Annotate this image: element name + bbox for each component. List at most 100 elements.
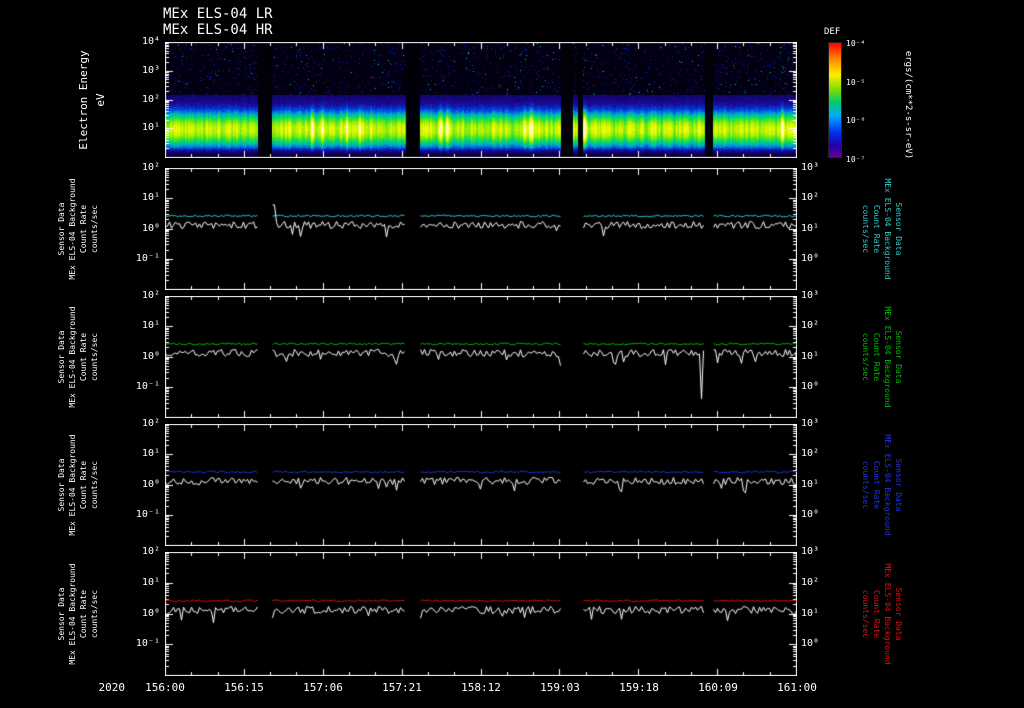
panel-right-axis-label-line: MEx ELS-04 Background bbox=[883, 434, 892, 536]
panel-y-axis-label-line: MEx ELS-04 Background bbox=[68, 563, 77, 665]
panel-y-tick-label: 10⁻¹ bbox=[135, 252, 160, 264]
spectrogram-y-tick-label: 10⁴ bbox=[141, 36, 160, 47]
panel-y-axis-label-line: MEx ELS-04 Background bbox=[68, 434, 77, 536]
panel-y-axis-label-line: MEx ELS-04 Background bbox=[68, 178, 77, 280]
panel-right-axis-label-line: counts/sec bbox=[861, 332, 870, 382]
panel-y-axis-label-line: Count Rate bbox=[79, 589, 88, 639]
panel-right-axis-label-line: Count Rate bbox=[872, 460, 881, 510]
panel-right-axis-label: Sensor Data MEx ELS-04 Background Count Ra… bbox=[860, 178, 904, 279]
panel-right-tick-label: 10³ bbox=[801, 418, 820, 429]
panel-y-tick-label: 10⁻¹ bbox=[135, 638, 160, 650]
colorbar-tick-label: 10⁻⁶ bbox=[846, 116, 866, 126]
panel-y-tick-label: 10¹ bbox=[141, 192, 160, 204]
panel-y-tick-label: 10² bbox=[141, 162, 160, 173]
panel-y-axis-label-line: MEx ELS-04 Background bbox=[68, 306, 77, 408]
panel-y-axis-label-line: Sensor Data bbox=[57, 202, 66, 256]
colorbar bbox=[828, 42, 842, 158]
panel-right-tick-label: 10⁰ bbox=[801, 508, 820, 520]
panel-y-tick-label: 10² bbox=[141, 290, 160, 301]
panel-right-axis-label-line: counts/sec bbox=[861, 460, 870, 510]
panel-right-tick-label: 10⁰ bbox=[801, 638, 820, 650]
panel-y-axis-label-line: Sensor Data bbox=[57, 587, 66, 641]
panel-right-tick-label: 10¹ bbox=[801, 478, 820, 490]
panel-right-tick-label: 10² bbox=[801, 192, 820, 204]
panel-right-axis-label-line: Count Rate bbox=[872, 332, 881, 382]
x-axis-tick-label: 160:09 bbox=[698, 681, 738, 694]
panel-y-tick-label: 10¹ bbox=[141, 448, 160, 460]
spectrogram-y-axis-label-line1: Electron Energy bbox=[77, 50, 90, 150]
x-axis-tick-label: 159:18 bbox=[619, 681, 659, 694]
panel-right-tick-label: 10⁰ bbox=[801, 252, 820, 264]
x-axis-tick-label: 157:21 bbox=[382, 681, 422, 694]
colorbar-tick-label: 10⁻⁴ bbox=[846, 39, 866, 48]
spectrogram-y-axis-label: Electron Energy eV bbox=[75, 50, 109, 149]
panel-y-tick-label: 10² bbox=[141, 546, 160, 557]
panel-right-axis-label-line: Count Rate bbox=[872, 204, 881, 254]
panel-right-axis-label-line: counts/sec bbox=[861, 204, 870, 254]
panel-right-axis-label-line: MEx ELS-04 Background bbox=[883, 306, 892, 408]
panel-right-axis-label: Sensor Data MEx ELS-04 Background Count Ra… bbox=[860, 563, 904, 664]
panel-right-tick-label: 10² bbox=[801, 320, 820, 332]
colorbar-tick-label: 10⁻⁷ bbox=[846, 155, 866, 164]
panel-y-tick-label: 10⁻¹ bbox=[135, 508, 160, 520]
plot-title-hr: MEx ELS-04 HR bbox=[163, 22, 273, 38]
panel-y-axis-label: Sensor Data MEx ELS-04 Background Count Ra… bbox=[56, 306, 100, 407]
panel-y-axis-label-line: Sensor Data bbox=[57, 458, 66, 512]
panel-y-axis-label-line: counts/sec bbox=[90, 589, 99, 639]
panel-y-tick-label: 10² bbox=[141, 418, 160, 429]
panel-y-axis-label-line: counts/sec bbox=[90, 460, 99, 510]
panel-right-tick-label: 10³ bbox=[801, 290, 820, 301]
electron-energy-spectrogram bbox=[165, 42, 797, 158]
panel-right-tick-label: 10¹ bbox=[801, 607, 820, 619]
panel-right-tick-label: 10¹ bbox=[801, 350, 820, 362]
panel-y-tick-label: 10⁰ bbox=[141, 607, 160, 619]
x-axis-tick-label: 156:15 bbox=[224, 681, 264, 694]
x-axis-tick-label: 161:00 bbox=[777, 681, 817, 694]
background-count-rate-panel-2 bbox=[165, 296, 797, 418]
panel-right-tick-label: 10³ bbox=[801, 546, 820, 557]
panel-y-axis-label: Sensor Data MEx ELS-04 Background Count Ra… bbox=[56, 434, 100, 535]
x-axis-tick-label: 157:06 bbox=[303, 681, 343, 694]
spectrogram-y-tick-label: 10³ bbox=[141, 64, 160, 76]
x-axis-tick-label: 159:03 bbox=[540, 681, 580, 694]
background-count-rate-panel-1 bbox=[165, 168, 797, 290]
colorbar-title: DEF bbox=[824, 27, 841, 37]
panel-y-axis-label-line: counts/sec bbox=[90, 204, 99, 254]
panel-right-axis-label: Sensor Data MEx ELS-04 Background Count Ra… bbox=[860, 434, 904, 535]
panel-right-axis-label-line: Sensor Data bbox=[894, 202, 903, 256]
background-count-rate-panel-3 bbox=[165, 424, 797, 546]
panel-y-tick-label: 10⁻¹ bbox=[135, 380, 160, 392]
panel-right-axis-label-line: MEx ELS-04 Background bbox=[883, 178, 892, 280]
spectrogram-y-tick-label: 10¹ bbox=[141, 122, 160, 134]
colorbar-tick-label: 10⁻⁵ bbox=[846, 77, 866, 87]
panel-right-tick-label: 10² bbox=[801, 576, 820, 588]
panel-right-axis-label-line: counts/sec bbox=[861, 589, 870, 639]
panel-y-axis-label: Sensor Data MEx ELS-04 Background Count Ra… bbox=[56, 178, 100, 279]
panel-y-tick-label: 10⁰ bbox=[141, 222, 160, 234]
panel-right-tick-label: 10¹ bbox=[801, 222, 820, 234]
panel-y-axis-label-line: Sensor Data bbox=[57, 330, 66, 384]
panel-right-axis-label-line: Sensor Data bbox=[894, 330, 903, 384]
panel-right-tick-label: 10⁰ bbox=[801, 380, 820, 392]
panel-y-axis-label-line: Count Rate bbox=[79, 204, 88, 254]
panel-right-axis-label-line: Sensor Data bbox=[894, 587, 903, 641]
panel-y-tick-label: 10⁰ bbox=[141, 350, 160, 362]
panel-right-axis-label-line: Sensor Data bbox=[894, 458, 903, 512]
plot-title-lr: MEx ELS-04 LR bbox=[163, 6, 273, 22]
panel-right-axis-label: Sensor Data MEx ELS-04 Background Count Ra… bbox=[860, 306, 904, 407]
panel-y-tick-label: 10¹ bbox=[141, 576, 160, 588]
panel-y-tick-label: 10⁰ bbox=[141, 478, 160, 490]
panel-y-axis-label-line: counts/sec bbox=[90, 332, 99, 382]
panel-right-tick-label: 10² bbox=[801, 448, 820, 460]
panel-right-tick-label: 10³ bbox=[801, 162, 820, 173]
panel-right-axis-label-line: Count Rate bbox=[872, 589, 881, 639]
spectrogram-y-tick-label: 10² bbox=[141, 93, 160, 105]
tplot-window: MEx ELS-04 LR MEx ELS-04 HR Electron Ene… bbox=[0, 0, 1024, 708]
spectrogram-y-axis-label-line2: eV bbox=[94, 93, 107, 107]
background-count-rate-panel-4 bbox=[165, 552, 797, 676]
panel-y-tick-label: 10¹ bbox=[141, 320, 160, 332]
panel-y-axis-label-line: Count Rate bbox=[79, 460, 88, 510]
x-axis-tick-label: 156:00 bbox=[145, 681, 185, 694]
panel-y-axis-label-line: Count Rate bbox=[79, 332, 88, 382]
colorbar-units-label: ergs/(cm**2-s-sr-eV) bbox=[903, 50, 913, 160]
